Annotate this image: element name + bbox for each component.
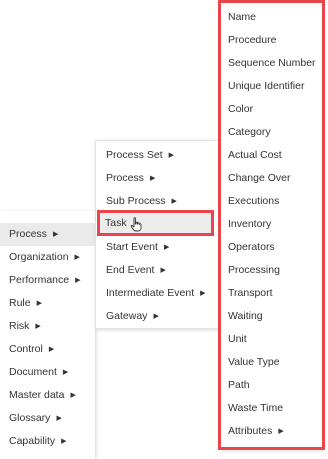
menu-item-label: Attributes	[228, 425, 273, 437]
menu-item-path[interactable]: Path	[221, 374, 322, 397]
menu-item-label: Procedure	[228, 34, 277, 46]
menu-item-executions[interactable]: Executions	[221, 190, 322, 213]
menu-item-label: End Event	[106, 264, 155, 276]
menu-item-attributes[interactable]: Attributes ▶	[221, 420, 322, 443]
menu-item-label: Actual Cost	[228, 149, 282, 161]
hand-pointer-icon	[130, 217, 142, 232]
menu-item-label: Glossary	[9, 412, 51, 424]
menu-item-master-data[interactable]: Master data ▶	[0, 384, 96, 407]
menu-item-processing[interactable]: Processing	[221, 259, 322, 282]
caret-right-icon: ▶	[36, 300, 42, 307]
menu-item-label: Capability	[9, 435, 56, 447]
menu-item-risk[interactable]: Risk ▶	[0, 315, 96, 338]
caret-right-icon: ▶	[75, 277, 81, 284]
menu-item-label: Document	[9, 366, 57, 378]
menu-item-performance[interactable]: Performance ▶	[0, 269, 96, 292]
menu-item-change-over[interactable]: Change Over	[221, 167, 322, 190]
menu-item-label: Risk	[9, 320, 30, 332]
menu-shadow	[222, 450, 324, 454]
task-attributes-submenu: Name Procedure Sequence Number Unique Id…	[218, 0, 325, 450]
menu-item-waste-time[interactable]: Waste Time	[221, 397, 322, 420]
menu-item-label: Value Type	[228, 356, 280, 368]
menu-item-intermediate-event[interactable]: Intermediate Event ▶	[96, 282, 218, 305]
menu-item-capability[interactable]: Capability ▶	[0, 430, 96, 453]
menu-item-label: Gateway	[106, 310, 148, 322]
menu-item-actual-cost[interactable]: Actual Cost	[221, 144, 322, 167]
caret-right-icon: ▶	[74, 254, 80, 261]
caret-right-icon: ▶	[149, 175, 156, 182]
caret-right-icon: ▶	[52, 231, 59, 238]
caret-right-icon: ▶	[153, 313, 159, 320]
menu-item-label: Change Over	[228, 172, 291, 184]
menu-item-label: Waste Time	[228, 402, 284, 414]
menu-item-label: Unique Identifier	[228, 80, 305, 92]
caret-right-icon: ▶	[200, 290, 206, 297]
menu-item-label: Task	[105, 217, 127, 229]
menu-item-waiting[interactable]: Waiting	[221, 305, 322, 328]
caret-right-icon: ▶	[160, 267, 166, 274]
menu-item-gateway[interactable]: Gateway ▶	[96, 305, 218, 328]
menu-item-process-set[interactable]: Process Set ▶	[96, 144, 218, 167]
menu-item-process[interactable]: Process ▶	[96, 167, 218, 190]
menu-item-label: Process	[106, 172, 144, 184]
menu-item-label: Inventory	[228, 218, 272, 230]
caret-right-icon: ▶	[62, 369, 69, 376]
menu-item-procedure[interactable]: Procedure	[221, 29, 322, 52]
menu-item-label: Sequence Number	[228, 57, 316, 69]
caret-right-icon: ▶	[168, 152, 174, 159]
menu-item-transport[interactable]: Transport	[221, 282, 322, 305]
caret-right-icon: ▶	[48, 346, 55, 353]
menu-item-unit[interactable]: Unit	[221, 328, 322, 351]
menu-item-label: Performance	[9, 274, 70, 286]
menu-item-label: Transport	[228, 287, 273, 299]
menu-item-name[interactable]: Name	[221, 6, 322, 29]
menu-item-label: Processing	[228, 264, 280, 276]
menu-item-label: Path	[228, 379, 250, 391]
menu-item-category[interactable]: Category	[221, 121, 322, 144]
menu-item-label: Sub Process	[106, 195, 166, 207]
menu-item-label: Process	[9, 228, 47, 240]
menu-item-control[interactable]: Control ▶	[0, 338, 96, 361]
caret-right-icon: ▶	[56, 415, 62, 422]
menu-item-value-type[interactable]: Value Type	[221, 351, 322, 374]
menu-item-label: Name	[228, 11, 257, 23]
object-type-menu: Process ▶ Organization ▶ Performance ▶ Rule…	[0, 211, 96, 459]
menu-item-label: Process Set	[106, 149, 163, 161]
menu-item-sequence-number[interactable]: Sequence Number	[221, 52, 322, 75]
menu-item-label: Waiting	[228, 310, 263, 322]
caret-right-icon: ▶	[61, 438, 67, 445]
menu-item-operators[interactable]: Operators	[221, 236, 322, 259]
menu-item-rule[interactable]: Rule ▶	[0, 292, 96, 315]
menu-item-task[interactable]: Task	[97, 210, 214, 236]
menu-item-start-event[interactable]: Start Event ▶	[96, 236, 218, 259]
menu-item-organization[interactable]: Organization ▶	[0, 246, 96, 269]
menu-item-inventory[interactable]: Inventory	[221, 213, 322, 236]
menu-item-label: Master data	[9, 389, 65, 401]
menu-item-label: Intermediate Event	[106, 287, 195, 299]
menu-item-label: Rule	[9, 297, 31, 309]
caret-right-icon: ▶	[35, 323, 41, 330]
menu-item-document[interactable]: Document ▶	[0, 361, 96, 384]
menu-item-label: Control	[9, 343, 43, 355]
menu-item-label: Start Event	[106, 241, 158, 253]
menu-item-color[interactable]: Color	[221, 98, 322, 121]
menu-item-glossary[interactable]: Glossary ▶	[0, 407, 96, 430]
menu-item-process[interactable]: Process ▶	[0, 223, 96, 246]
menu-item-label: Color	[228, 103, 254, 115]
menu-item-label: Organization	[9, 251, 69, 263]
menu-item-label: Operators	[228, 241, 275, 253]
menu-item-label: Unit	[228, 333, 247, 345]
caret-right-icon: ▶	[163, 244, 170, 251]
menu-item-end-event[interactable]: End Event ▶	[96, 259, 218, 282]
menu-item-label: Executions	[228, 195, 280, 207]
caret-right-icon: ▶	[70, 392, 76, 399]
menu-item-unique-identifier[interactable]: Unique Identifier	[221, 75, 322, 98]
menu-item-label: Category	[228, 126, 271, 138]
caret-right-icon: ▶	[278, 428, 284, 435]
